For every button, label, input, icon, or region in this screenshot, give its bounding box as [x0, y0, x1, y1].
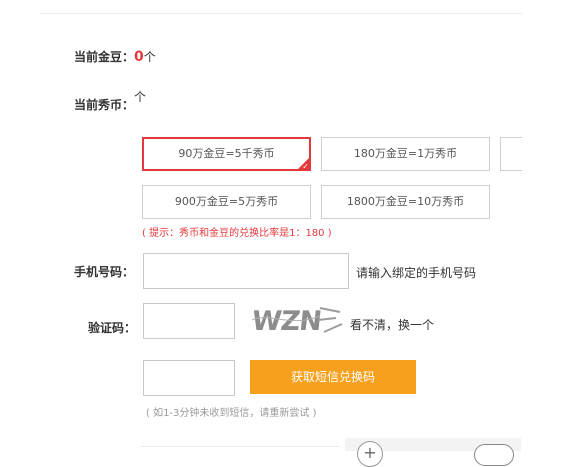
toggle-button[interactable] — [474, 444, 514, 466]
right-mask — [522, 130, 586, 180]
plus-icon[interactable]: + — [357, 441, 383, 467]
exchange-option-5[interactable]: 1800万金豆=10万秀币 — [321, 185, 490, 219]
phone-label: 手机号码： — [74, 265, 135, 279]
exchange-option-label: 900万金豆=5万秀币 — [174, 195, 279, 208]
captcha-refresh-link[interactable]: 看不清，换一个 — [350, 316, 434, 333]
sms-code-input[interactable] — [143, 360, 235, 396]
exchange-option-label: 180万金豆=1万秀币 — [353, 147, 458, 160]
coin-balance: 当前秀币：个 — [74, 90, 146, 113]
check-icon: ✓ — [302, 162, 309, 171]
exchange-option-label: 1800万金豆=10万秀币 — [346, 195, 465, 208]
captcha-image-text: WZN — [250, 306, 322, 336]
sms-note: ( 如1-3分钟未收到短信，请重新尝试 ) — [146, 408, 317, 419]
exchange-option-2[interactable]: 180万金豆=1万秀币 — [321, 137, 490, 171]
captcha-label: 验证码： — [88, 321, 137, 335]
gold-balance: 当前金豆：0个 — [74, 48, 156, 65]
get-sms-code-button[interactable]: 获取短信兑换码 — [250, 360, 416, 394]
gold-balance-unit: 个 — [143, 50, 156, 64]
ratio-hint: ( 提示：秀币和金豆的兑换比率是1：180 ) — [142, 228, 332, 239]
bottom-divider — [140, 446, 340, 447]
phone-note: 请输入绑定的手机号码 — [356, 266, 477, 280]
exchange-option-1[interactable]: 90万金豆=5千秀币 ✓ — [142, 137, 311, 171]
captcha-input[interactable] — [143, 303, 235, 339]
exchange-option-label: 90万金豆=5千秀币 — [178, 147, 275, 160]
gold-balance-value: 0 — [134, 49, 144, 65]
gold-balance-label: 当前金豆： — [74, 50, 135, 64]
captcha-image[interactable]: WZN — [250, 302, 345, 336]
phone-input[interactable] — [143, 253, 349, 289]
top-divider — [40, 13, 522, 14]
coin-balance-unit: 个 — [134, 90, 147, 104]
coin-balance-label: 当前秀币： — [74, 98, 135, 112]
exchange-option-4[interactable]: 900万金豆=5万秀币 — [142, 185, 311, 219]
